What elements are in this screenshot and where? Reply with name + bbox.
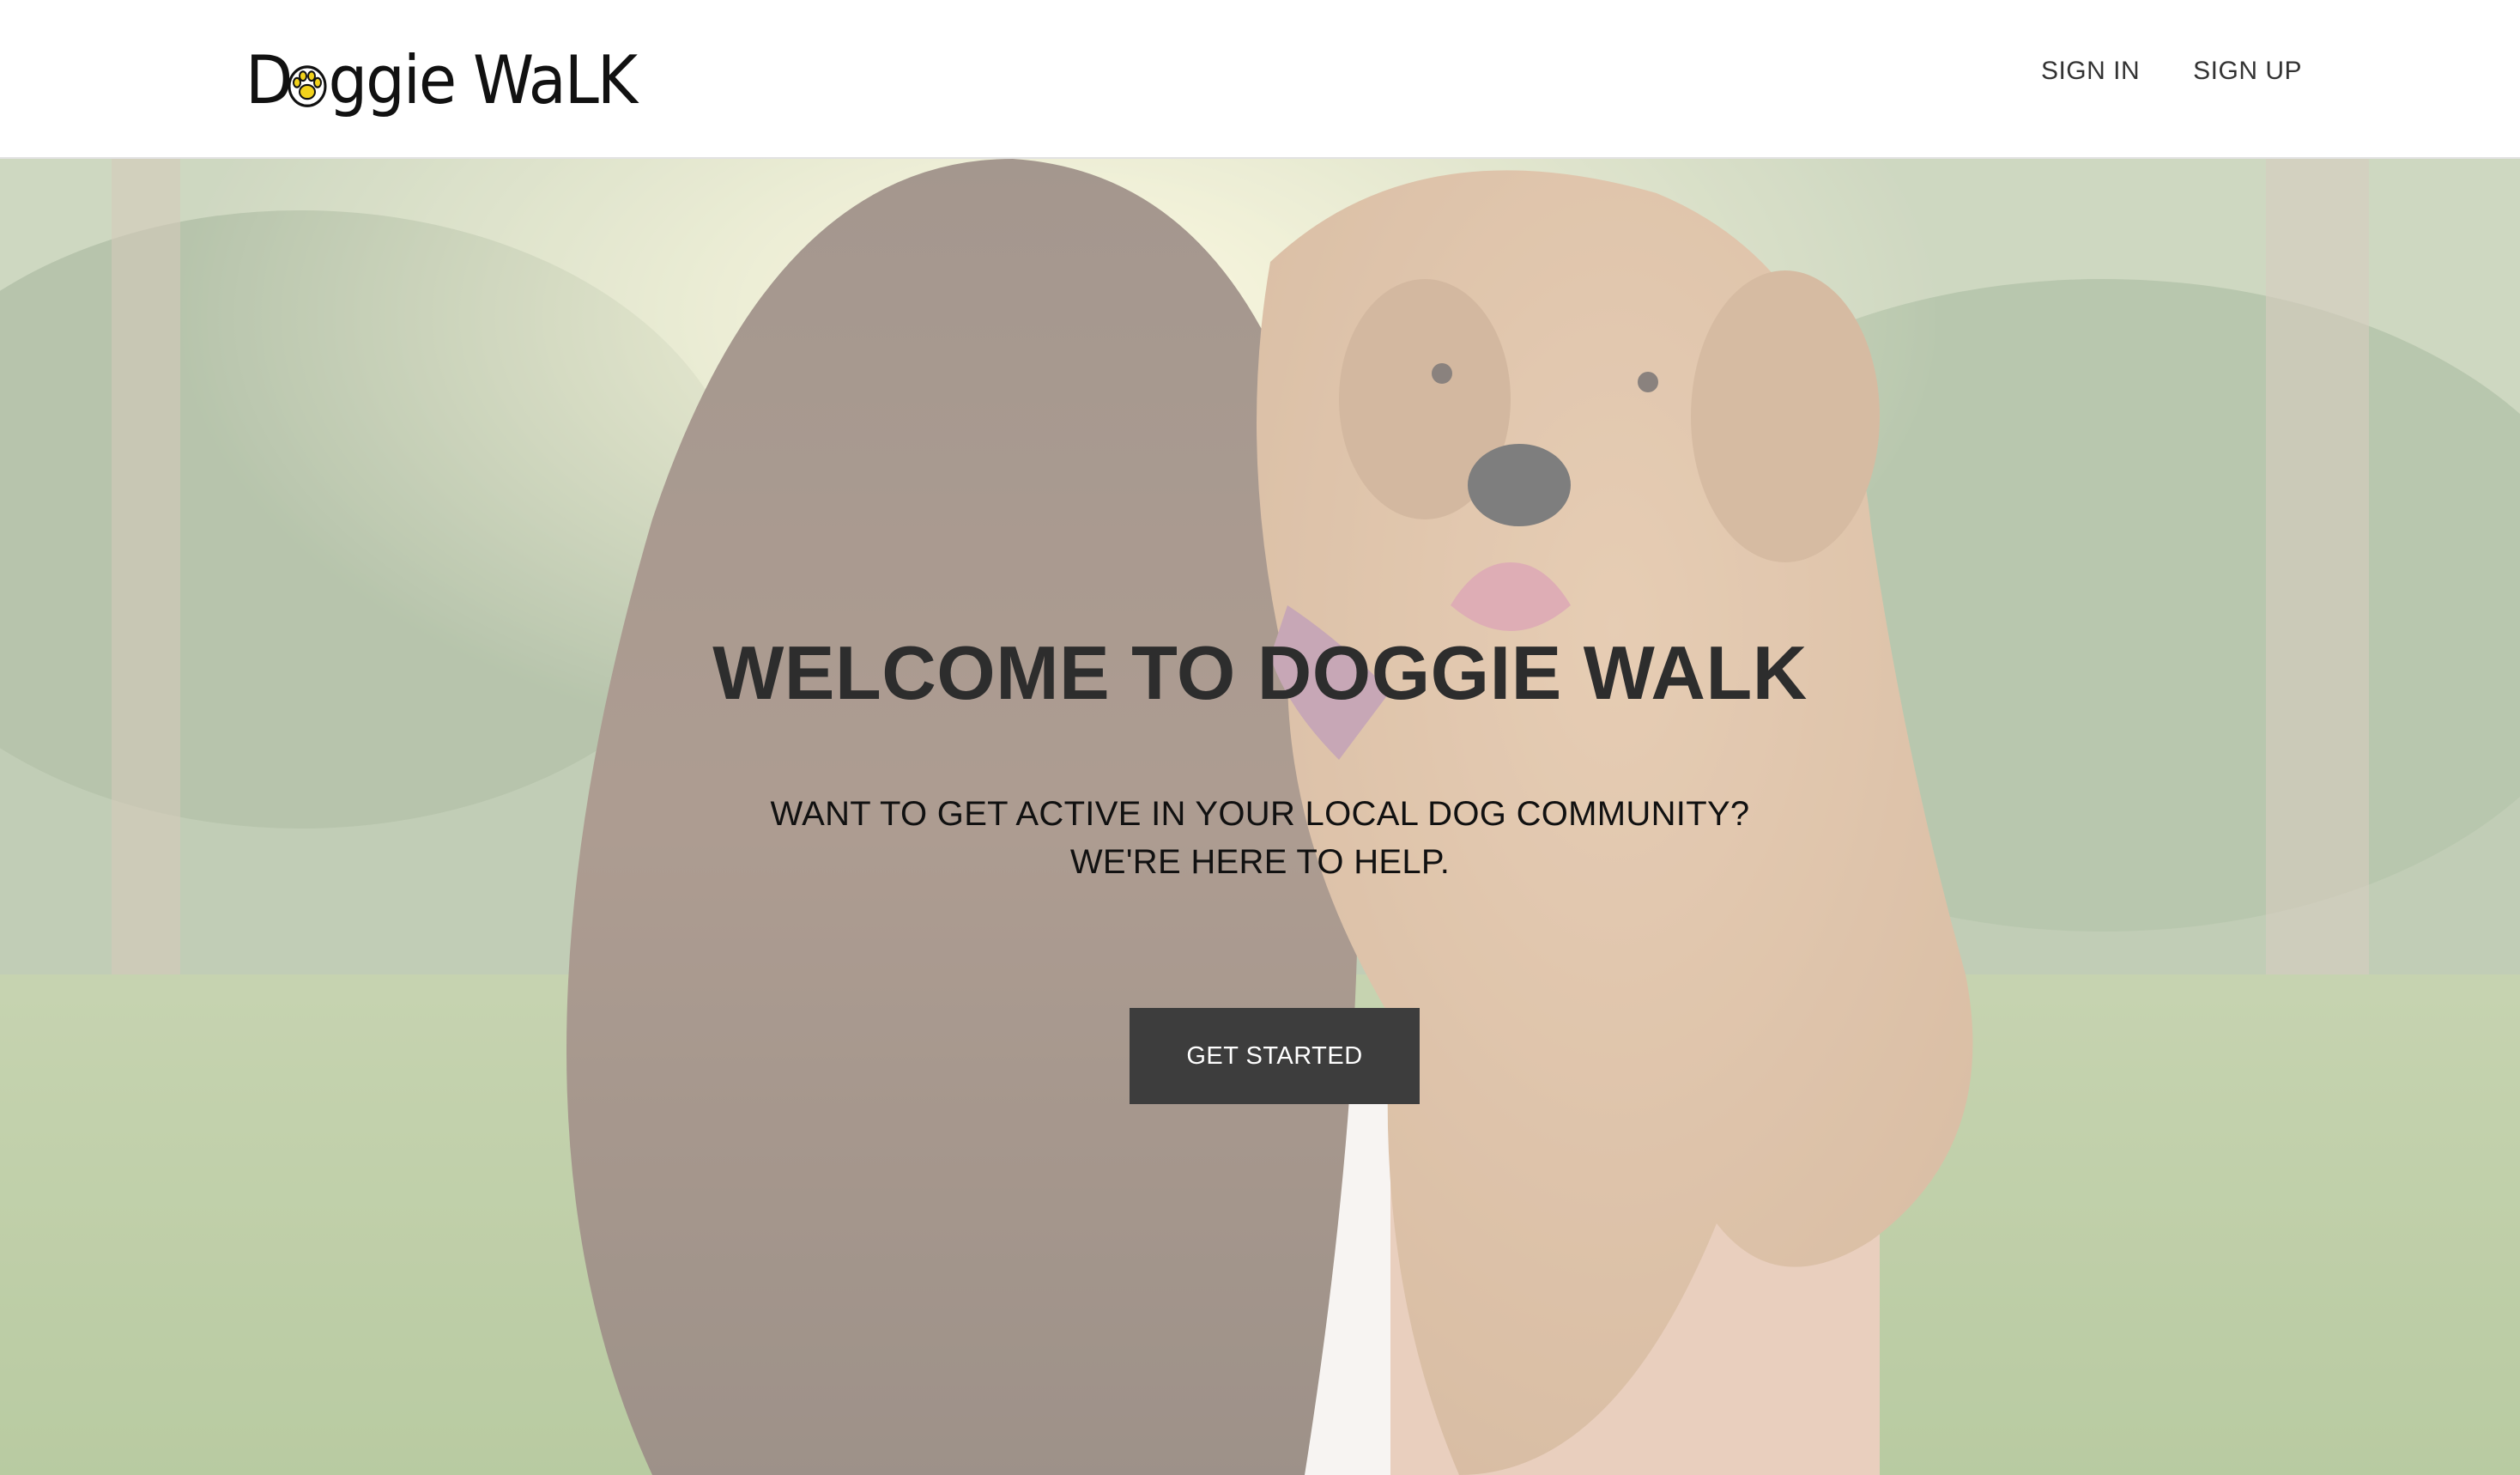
logo-text: ggie WaLK	[328, 40, 638, 119]
sign-up-link[interactable]: SIGN UP	[2193, 57, 2302, 86]
top-navbar: D ggie WaLK SIGN IN SIGN UP	[0, 0, 2520, 159]
hero-section: WELCOME TO DOGGIE WALK WANT TO GET ACTIV…	[0, 159, 2520, 1475]
hero-content: WELCOME TO DOGGIE WALK WANT TO GET ACTIV…	[0, 159, 2520, 1475]
hero-subtitle: WANT TO GET ACTIVE IN YOUR LOCAL DOG COM…	[0, 790, 2520, 886]
hero-subtitle-line-2: WE'RE HERE TO HELP.	[1069, 843, 1451, 881]
main-nav: SIGN IN SIGN UP	[2041, 57, 2302, 86]
hero-title: WELCOME TO DOGGIE WALK	[712, 630, 1808, 715]
hero-subtitle-line-1: WANT TO GET ACTIVE IN YOUR LOCAL DOG COM…	[770, 795, 1750, 833]
get-started-button[interactable]: GET STARTED	[1130, 1008, 1420, 1104]
paw-icon	[288, 65, 327, 107]
site-logo[interactable]: D ggie WaLK	[245, 38, 638, 121]
sign-in-link[interactable]: SIGN IN	[2041, 57, 2140, 86]
logo-initial: D	[245, 40, 293, 119]
